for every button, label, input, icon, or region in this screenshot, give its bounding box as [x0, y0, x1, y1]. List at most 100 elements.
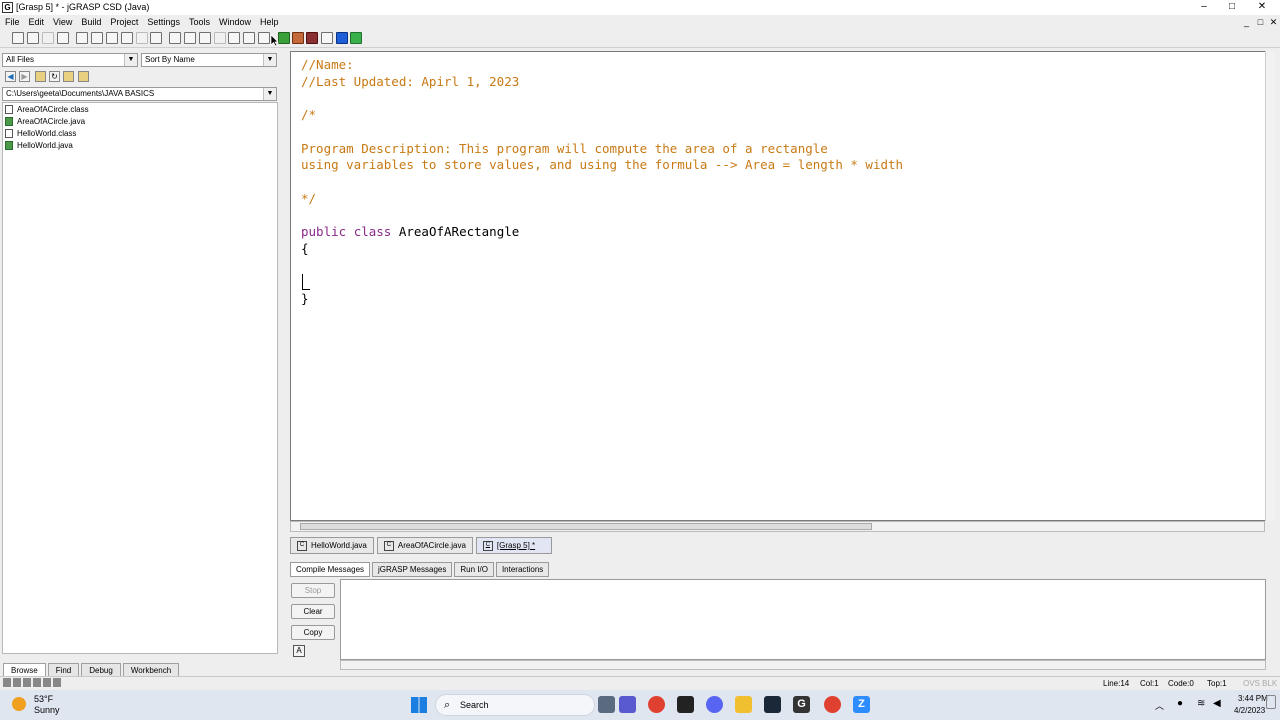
- menu-window[interactable]: Window: [214, 15, 255, 30]
- discord-icon[interactable]: [706, 696, 723, 713]
- file-item-helloworld-class[interactable]: HelloWorld.class: [3, 127, 277, 139]
- menu-edit[interactable]: Edit: [24, 15, 49, 30]
- messages-horizontal-scrollbar[interactable]: [340, 660, 1266, 670]
- layout-buttons-icon[interactable]: [3, 678, 63, 687]
- up-folder-icon[interactable]: [63, 71, 74, 82]
- redo-icon[interactable]: [136, 32, 148, 44]
- copy-icon[interactable]: [91, 32, 103, 44]
- directory-path-select[interactable]: C:\Users\geeta\Documents\JAVA BASICS ▼: [2, 87, 277, 101]
- uml-icon[interactable]: [243, 32, 255, 44]
- menu-tools[interactable]: Tools: [184, 15, 214, 30]
- chevron-down-icon[interactable]: ▼: [263, 54, 276, 66]
- tab-jgrasp-messages[interactable]: jGRASP Messages: [372, 562, 453, 577]
- paste-icon[interactable]: [106, 32, 118, 44]
- csd-file-icon: C: [482, 540, 493, 551]
- mdi-maximize-button[interactable]: □: [1254, 16, 1267, 29]
- menu-build[interactable]: Build: [76, 15, 105, 30]
- chrome-profile-icon[interactable]: [824, 696, 841, 713]
- debug-bug-icon[interactable]: [306, 32, 318, 44]
- browse-file-icon[interactable]: [169, 32, 181, 44]
- editor-vertical-scrollbar[interactable]: [1265, 51, 1275, 521]
- clock-time[interactable]: 3:44 PM: [1238, 694, 1268, 703]
- volume-icon[interactable]: ◀: [1213, 698, 1221, 709]
- chevron-down-icon[interactable]: ▼: [263, 88, 276, 100]
- file-filter-select[interactable]: All Files ▼: [2, 53, 138, 67]
- class-file-icon: [5, 104, 13, 114]
- file-tab-areaofacircle[interactable]: C AreaOfACircle.java: [376, 537, 473, 554]
- mdi-close-button[interactable]: ✕: [1267, 16, 1280, 29]
- open-folder-icon[interactable]: [12, 32, 24, 44]
- document-icon[interactable]: [199, 32, 211, 44]
- cut-icon[interactable]: [76, 32, 88, 44]
- compile-messages-output[interactable]: [340, 579, 1266, 660]
- tab-interactions[interactable]: Interactions: [495, 562, 550, 577]
- menu-view[interactable]: View: [48, 15, 76, 30]
- teams-chat-icon[interactable]: [619, 696, 636, 713]
- keyword-public: public: [301, 224, 347, 240]
- sort-select[interactable]: Sort By Name ▼: [141, 53, 277, 67]
- notification-icon[interactable]: [1266, 695, 1276, 709]
- taskbar-search[interactable]: ⌕ Search: [435, 694, 595, 716]
- mdi-minimize-button[interactable]: _: [1240, 16, 1253, 29]
- stop-button[interactable]: Stop: [291, 583, 335, 598]
- class-name: AreaOfARectangle: [398, 224, 520, 240]
- copy-button[interactable]: Copy: [291, 625, 335, 640]
- file-explorer-icon[interactable]: [735, 696, 752, 713]
- file-item-areaofacircle-class[interactable]: AreaOfACircle.class: [3, 103, 277, 115]
- chrome-icon[interactable]: [648, 696, 665, 713]
- font-icon[interactable]: [150, 32, 162, 44]
- step-icon[interactable]: [321, 32, 333, 44]
- scrollbar-thumb[interactable]: [300, 523, 872, 530]
- directory-path-value: C:\Users\geeta\Documents\JAVA BASICS: [6, 89, 155, 98]
- windows-start-icon[interactable]: [411, 697, 427, 713]
- chevron-up-icon[interactable]: ︿: [1155, 699, 1164, 712]
- task-view-icon[interactable]: [598, 696, 615, 713]
- home-folder-icon[interactable]: [35, 71, 46, 82]
- code-editor[interactable]: //Name: //Last Updated: Apirl 1, 2023 /*…: [290, 51, 1275, 521]
- chevron-down-icon[interactable]: ▼: [124, 54, 137, 66]
- back-arrow-icon[interactable]: ◀: [5, 71, 16, 82]
- compile-icon[interactable]: [278, 32, 290, 44]
- menu-project[interactable]: Project: [105, 15, 142, 30]
- clock-date[interactable]: 4/2/2023: [1234, 706, 1265, 715]
- file-item-helloworld-java[interactable]: HelloWorld.java: [3, 139, 277, 151]
- menu-help[interactable]: Help: [255, 15, 283, 30]
- file-list: AreaOfACircle.class AreaOfACircle.java H…: [2, 102, 278, 654]
- forward-arrow-icon[interactable]: ▶: [19, 71, 30, 82]
- interactions-icon[interactable]: [350, 32, 362, 44]
- minimize-button[interactable]: –: [1190, 0, 1218, 15]
- code-line-6: Program Description: This program will c…: [301, 140, 828, 156]
- csd-icon[interactable]: [228, 32, 240, 44]
- jgrasp-taskbar-icon[interactable]: G: [793, 696, 810, 713]
- menu-settings[interactable]: Settings: [142, 15, 184, 30]
- file-tab-grasp5[interactable]: C [Grasp 5] *: [475, 537, 553, 554]
- stop-square-icon[interactable]: [336, 32, 348, 44]
- steam-icon[interactable]: [764, 696, 781, 713]
- save-all-icon[interactable]: [42, 32, 54, 44]
- undo-icon[interactable]: [121, 32, 133, 44]
- font-icon[interactable]: A: [293, 645, 305, 657]
- tab-run-io[interactable]: Run I/O: [454, 562, 494, 577]
- close-window-button[interactable]: ✕: [1248, 0, 1276, 15]
- zoom-icon[interactable]: Z: [853, 696, 870, 713]
- save-icon[interactable]: [27, 32, 39, 44]
- print-icon[interactable]: [57, 32, 69, 44]
- book-icon[interactable]: [258, 32, 270, 44]
- clear-button[interactable]: Clear: [291, 604, 335, 619]
- microphone-icon[interactable]: ●: [1177, 698, 1183, 709]
- file-tab-helloworld[interactable]: C HelloWorld.java: [290, 537, 374, 554]
- epic-games-icon[interactable]: [677, 696, 694, 713]
- code-line-15: }: [301, 290, 309, 306]
- run-icon[interactable]: [292, 32, 304, 44]
- tab-compile-messages[interactable]: Compile Messages: [290, 562, 371, 577]
- pin-icon[interactable]: [214, 32, 226, 44]
- maximize-button[interactable]: □: [1218, 0, 1246, 15]
- refresh-icon[interactable]: ↻: [49, 71, 60, 82]
- menu-file[interactable]: File: [0, 15, 24, 30]
- new-folder-icon[interactable]: [78, 71, 89, 82]
- file-item-areaofacircle-java[interactable]: AreaOfACircle.java: [3, 115, 277, 127]
- new-file-icon[interactable]: [184, 32, 196, 44]
- wifi-icon[interactable]: ≋: [1197, 698, 1205, 709]
- weather-sun-icon[interactable]: [12, 697, 26, 711]
- status-code: Code:0: [1168, 679, 1194, 688]
